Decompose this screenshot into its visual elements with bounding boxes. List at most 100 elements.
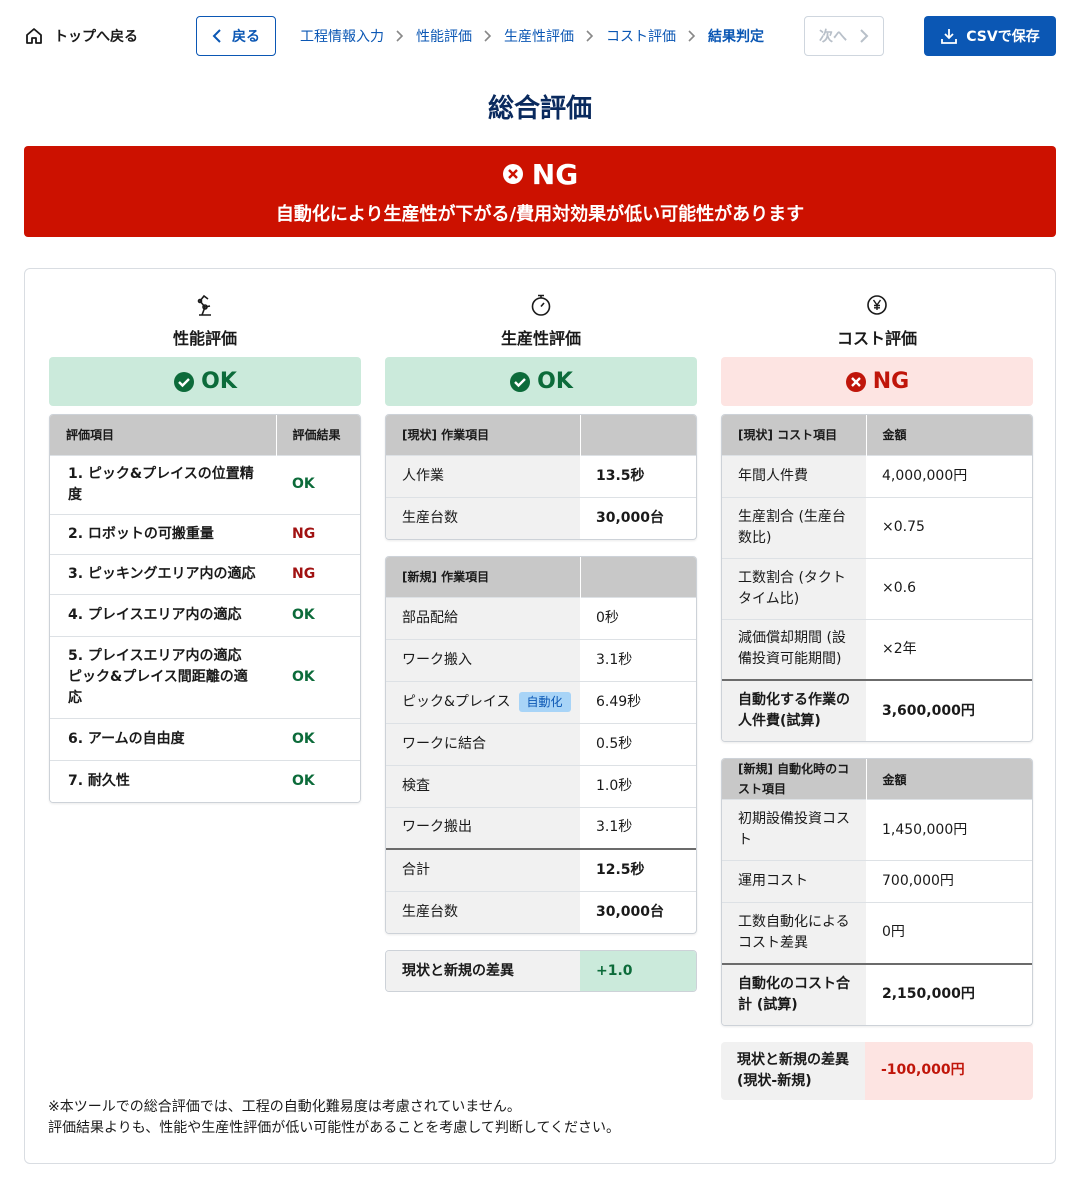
overall-result-banner: NG 自動化により生産性が下がる/費用対効果が低い可能性があります [24,146,1056,237]
cell-value: 0.5秒 [580,722,696,765]
next-label: 次へ [819,29,847,45]
performance-column: 性能評価 OK 評価項目 評価結果 1. ピック&プレイスの位置精度 OK 2. ロ… [49,293,361,803]
home-link[interactable]: トップへ戻る [24,22,138,50]
table-row: 7. 耐久性 OK [50,759,360,802]
cell-label: 人作業 [386,454,580,497]
cell-value: ×0.75 [866,496,1032,558]
yen-icon [867,295,887,315]
cell-label: 工数割合 (タクトタイム比) [722,557,866,619]
download-icon [941,29,958,44]
cell-label: 工数自動化によるコスト差異 [722,902,866,964]
productivity-result-text: OK [537,369,573,394]
cell-value: ×2年 [866,618,1032,680]
breadcrumb-item[interactable]: 性能評価 [416,26,472,46]
table-row: 生産台数 30,000台 [386,890,696,933]
chevron-right-icon [688,30,696,42]
back-button[interactable]: 戻る [196,16,276,56]
stopwatch-icon [531,294,551,316]
column-header: [新規] 自動化時のコスト項目 [722,759,867,800]
robot-arm-icon [197,294,211,316]
cell-value: 4,000,000円 [866,454,1032,497]
performance-title: 性能評価 [172,329,237,348]
productivity-column: 生産性評価 OK [現状] 作業項目 人作業 13.5秒 生産台数 30,000台 … [385,293,697,992]
cell-value: 1.0秒 [580,764,696,807]
diff-label: 現状と新規の差異 [386,951,580,991]
table-row: 生産台数 30,000台 [386,496,696,539]
total-value: 12.5秒 [580,848,696,891]
perf-item: 4. プレイスエリア内の適応 [50,593,276,636]
cost-title: コスト評価 [836,329,917,348]
footnote-line: 評価結果よりも、性能や生産性評価が低い可能性があることを考慮して判断してください… [48,1120,621,1136]
table-row: 減価償却期間 (設備投資可能期間) ×2年 [722,618,1032,680]
perf-item: 6. アームの自由度 [50,717,276,760]
cell-label: 検査 [386,764,580,807]
cell-label: ワーク搬入 [386,638,580,681]
cost-diff: 現状と新規の差異(現状-新規) -100,000円 [721,1041,1033,1100]
column-header: [現状] コスト項目 [722,415,867,455]
cost-column: コスト評価 NG [現状] コスト項目 金額 年間人件費 4,000,000円 生産… [721,293,1033,1100]
cell-label: ピック&プレイス 自動化 [386,680,580,723]
table-row: ワーク搬入 3.1秒 [386,638,696,681]
column-header: 評価項目 [50,415,277,455]
performance-result-text: OK [201,369,237,394]
breadcrumb-current: 結果判定 [708,29,764,45]
column-header: 金額 [866,759,1032,800]
performance-table: 評価項目 評価結果 1. ピック&プレイスの位置精度 OK 2. ロボットの可搬重量… [49,414,361,803]
table-row: 生産割合 (生産台数比) ×0.75 [722,496,1032,558]
table-row: ピック&プレイス 自動化 6.49秒 [386,680,696,723]
column-header: [新規] 作業項目 [386,557,581,597]
cell-label: 生産割合 (生産台数比) [722,496,866,558]
table-row: 4. プレイスエリア内の適応 OK [50,593,360,636]
next-button[interactable]: 次へ [804,16,884,56]
productivity-diff: 現状と新規の差異 +1.0 [385,950,697,992]
table-row: 1. ピック&プレイスの位置精度 OK [50,454,360,514]
cell-label-text: ピック&プレイス [402,693,511,710]
perf-result: NG [276,513,360,554]
new-cost-table: [新規] 自動化時のコスト項目 金額 初期設備投資コスト 1,450,000円 運用… [721,758,1033,1026]
table-row: ワークに結合 0.5秒 [386,722,696,765]
column-header: 金額 [866,415,1032,455]
evaluation-panel: 性能評価 OK 評価項目 評価結果 1. ピック&プレイスの位置精度 OK 2. ロ… [24,268,1056,1164]
table-row: 2. ロボットの可搬重量 NG [50,513,360,554]
breadcrumb: 工程情報入力 性能評価 生産性評価 コスト評価 結果判定 [300,24,764,48]
breadcrumb-item[interactable]: 工程情報入力 [300,26,384,46]
perf-item: 1. ピック&プレイスの位置精度 [50,454,276,514]
header-bar: トップへ戻る 戻る 工程情報入力 性能評価 生産性評価 コスト評価 結果判定 次… [0,0,1080,72]
cross-circle-icon [502,164,523,184]
productivity-result: OK [385,357,697,406]
home-icon [26,28,42,44]
cell-value: 6.49秒 [580,680,696,723]
total-label: 自動化する作業の人件費(試算) [722,679,866,741]
perf-item: 2. ロボットの可搬重量 [50,513,276,554]
chevron-left-icon [212,29,221,43]
cell-label: 生産台数 [386,890,580,933]
overall-status-text: NG [531,157,579,191]
total-row: 合計 12.5秒 [386,848,696,891]
chevron-right-icon [860,29,869,43]
cell-value: 3.1秒 [580,638,696,681]
table-row: ワーク搬出 3.1秒 [386,806,696,849]
breadcrumb-item[interactable]: 生産性評価 [504,26,574,46]
cell-label: ワークに結合 [386,722,580,765]
total-label: 合計 [386,848,580,891]
performance-result: OK [49,357,361,406]
table-row: 人作業 13.5秒 [386,454,696,497]
check-circle-icon [510,371,531,392]
diff-value: -100,000円 [865,1041,1033,1100]
table-row: 工数自動化によるコスト差異 0円 [722,902,1032,964]
breadcrumb-item[interactable]: コスト評価 [606,26,676,46]
perf-result: OK [276,593,360,636]
footnote-line: ※本ツールでの総合評価では、工程の自動化難易度は考慮されていません。 [48,1099,521,1115]
cell-value: 13.5秒 [580,454,696,497]
cell-value: 3.1秒 [580,806,696,849]
csv-save-button[interactable]: CSVで保存 [924,16,1056,56]
perf-item: 5. プレイスエリア内の適応 ピック&プレイス間距離の適応 [50,635,276,718]
perf-result: OK [276,759,360,802]
cell-label: 年間人件費 [722,454,866,497]
cell-label: 運用コスト [722,860,866,903]
column-header: [現状] 作業項目 [386,415,581,455]
column-header-empty [580,415,696,455]
total-row: 自動化のコスト合計 (試算) 2,150,000円 [722,962,1032,1025]
table-row: 工数割合 (タクトタイム比) ×0.6 [722,557,1032,619]
table-row: 検査 1.0秒 [386,764,696,807]
